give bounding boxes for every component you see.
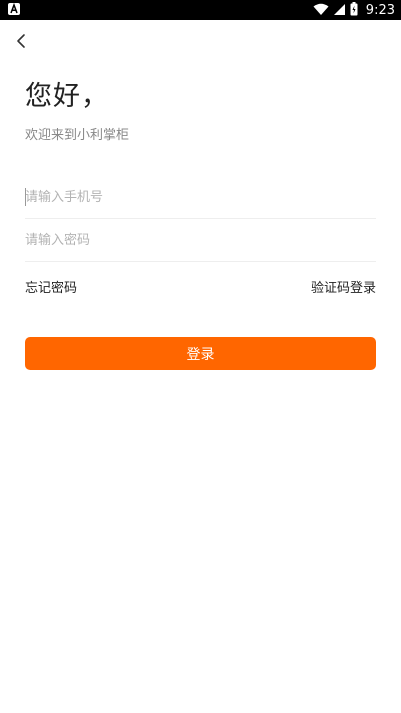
forgot-password-link[interactable]: 忘记密码 <box>25 277 77 296</box>
notification-a-icon <box>8 3 20 15</box>
battery-icon <box>350 1 358 20</box>
status-time: 9:23 <box>365 2 395 18</box>
password-field <box>25 219 376 262</box>
text-cursor <box>25 188 26 206</box>
wifi-icon <box>313 1 329 20</box>
status-bar: 9:23 <box>0 0 401 20</box>
welcome-subtitle: 欢迎来到小利掌柜 <box>25 128 130 143</box>
code-login-link[interactable]: 验证码登录 <box>311 277 376 296</box>
status-icons: 9:23 <box>313 0 395 20</box>
signal-icon <box>333 1 346 20</box>
password-input[interactable] <box>25 219 376 261</box>
chevron-left-icon <box>12 34 32 56</box>
phone-input[interactable] <box>25 176 376 218</box>
login-button[interactable]: 登录 <box>25 337 376 370</box>
phone-field <box>25 176 376 219</box>
back-button[interactable] <box>12 30 32 52</box>
greeting-title: 您好， <box>25 81 109 112</box>
